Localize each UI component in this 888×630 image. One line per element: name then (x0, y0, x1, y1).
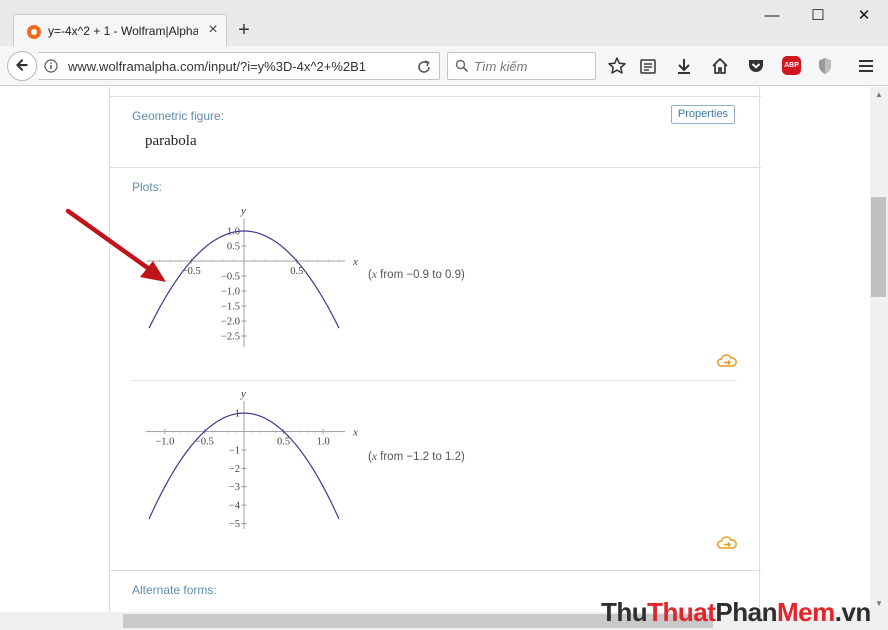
plot-2: xy−1.0 −0.5 0.5 1.01−1−2−3−4−5 (146, 388, 358, 530)
y-tick-label: −1.5 (221, 302, 240, 313)
y-tick-label: −2.0 (221, 317, 240, 328)
reload-icon[interactable] (414, 57, 434, 77)
x-tick-label: 0.5 (290, 266, 303, 277)
search-placeholder: Tìm kiếm (474, 59, 528, 74)
info-icon[interactable] (44, 59, 58, 73)
watermark-part: Thu (601, 597, 648, 627)
pod-divider (110, 570, 761, 571)
plots-title: Plots: (132, 180, 163, 194)
scroll-up-icon[interactable]: ▲ (870, 87, 888, 103)
tab-title: y=-4x^2 + 1 - Wolfram|Alpha (48, 24, 198, 38)
x-tick-label: 0.5 (277, 437, 290, 448)
cloud-download-icon[interactable] (717, 354, 737, 368)
pod-divider (110, 96, 761, 97)
alternate-forms-title: Alternate forms: (132, 583, 217, 597)
window-close-icon[interactable]: ✕ (854, 6, 874, 26)
back-arrow-icon[interactable] (7, 51, 37, 81)
geometric-figure-value: parabola (145, 133, 197, 149)
scrollbar-thumb[interactable] (871, 197, 886, 297)
plot-2-range: (x from −1.2 to 1.2) (368, 451, 465, 463)
pocket-icon[interactable] (746, 56, 766, 76)
watermark-part: .vn (834, 597, 872, 627)
reading-list-icon[interactable] (638, 56, 658, 76)
y-axis-label: y (240, 205, 246, 217)
x-axis-label: x (352, 427, 358, 439)
y-tick-label: −1.0 (221, 287, 240, 298)
shield-icon[interactable] (815, 56, 835, 76)
url-text[interactable]: www.wolframalpha.com/input/?i=y%3D-4x^2+… (68, 59, 408, 74)
range-text: from −0.9 to 0.9 (380, 269, 462, 281)
maximize-icon[interactable]: ☐ (808, 6, 828, 26)
plus-icon[interactable]: + (234, 20, 254, 40)
y-tick-label: −4 (229, 501, 241, 512)
y-axis-label: y (240, 388, 246, 400)
y-tick-label: 0.5 (227, 242, 240, 253)
range-var: x (371, 269, 377, 281)
search-bar[interactable]: Tìm kiếm (447, 52, 596, 80)
y-tick-label: −3 (229, 482, 240, 493)
x-axis-label: x (352, 256, 358, 268)
download-icon[interactable] (674, 56, 694, 76)
watermark: ThuThuatPhanMem.vn (601, 597, 871, 628)
vertical-scrollbar[interactable]: ▲ ▼ (870, 87, 888, 612)
y-tick-label: −0.5 (221, 272, 240, 283)
range-var: x (371, 451, 377, 463)
properties-button[interactable]: Properties (671, 105, 735, 124)
cloud-download-icon[interactable] (717, 536, 737, 550)
y-tick-label: −2.5 (221, 332, 240, 343)
x-tick-label: −1.0 (155, 437, 174, 448)
star-icon[interactable] (607, 56, 627, 76)
close-icon[interactable]: × (204, 21, 222, 39)
title-bar: y=-4x^2 + 1 - Wolfram|Alpha × + — ☐ ✕ (0, 0, 888, 47)
plot-divider (132, 380, 737, 381)
watermark-part: Phan (715, 597, 777, 627)
minimize-icon[interactable]: — (762, 6, 782, 26)
geometric-figure-title: Geometric figure: (132, 109, 225, 123)
red-arrow-annotation (65, 208, 166, 282)
address-bar[interactable]: www.wolframalpha.com/input/?i=y%3D-4x^2+… (38, 52, 440, 80)
y-tick-label: −2 (229, 464, 240, 475)
adblock-icon[interactable]: ABP (782, 56, 801, 75)
browser-tab[interactable]: y=-4x^2 + 1 - Wolfram|Alpha × (13, 14, 227, 47)
scroll-down-icon[interactable]: ▼ (870, 596, 888, 612)
x-tick-label: −0.5 (182, 266, 201, 277)
y-tick-label: −1 (229, 445, 240, 456)
watermark-part: Mem (777, 597, 835, 627)
hamburger-menu-icon[interactable] (856, 56, 876, 76)
x-tick-label: 1.0 (317, 437, 330, 448)
pod-divider (110, 167, 761, 168)
navigation-toolbar: www.wolframalpha.com/input/?i=y%3D-4x^2+… (0, 46, 888, 86)
plot-1-range: (x from −0.9 to 0.9) (368, 269, 465, 281)
range-text: from −1.2 to 1.2 (380, 451, 462, 463)
search-icon (455, 59, 469, 73)
wolfram-favicon (27, 25, 41, 39)
y-tick-label: −5 (229, 519, 240, 530)
watermark-part: Thuat (647, 597, 716, 627)
home-icon[interactable] (710, 56, 730, 76)
